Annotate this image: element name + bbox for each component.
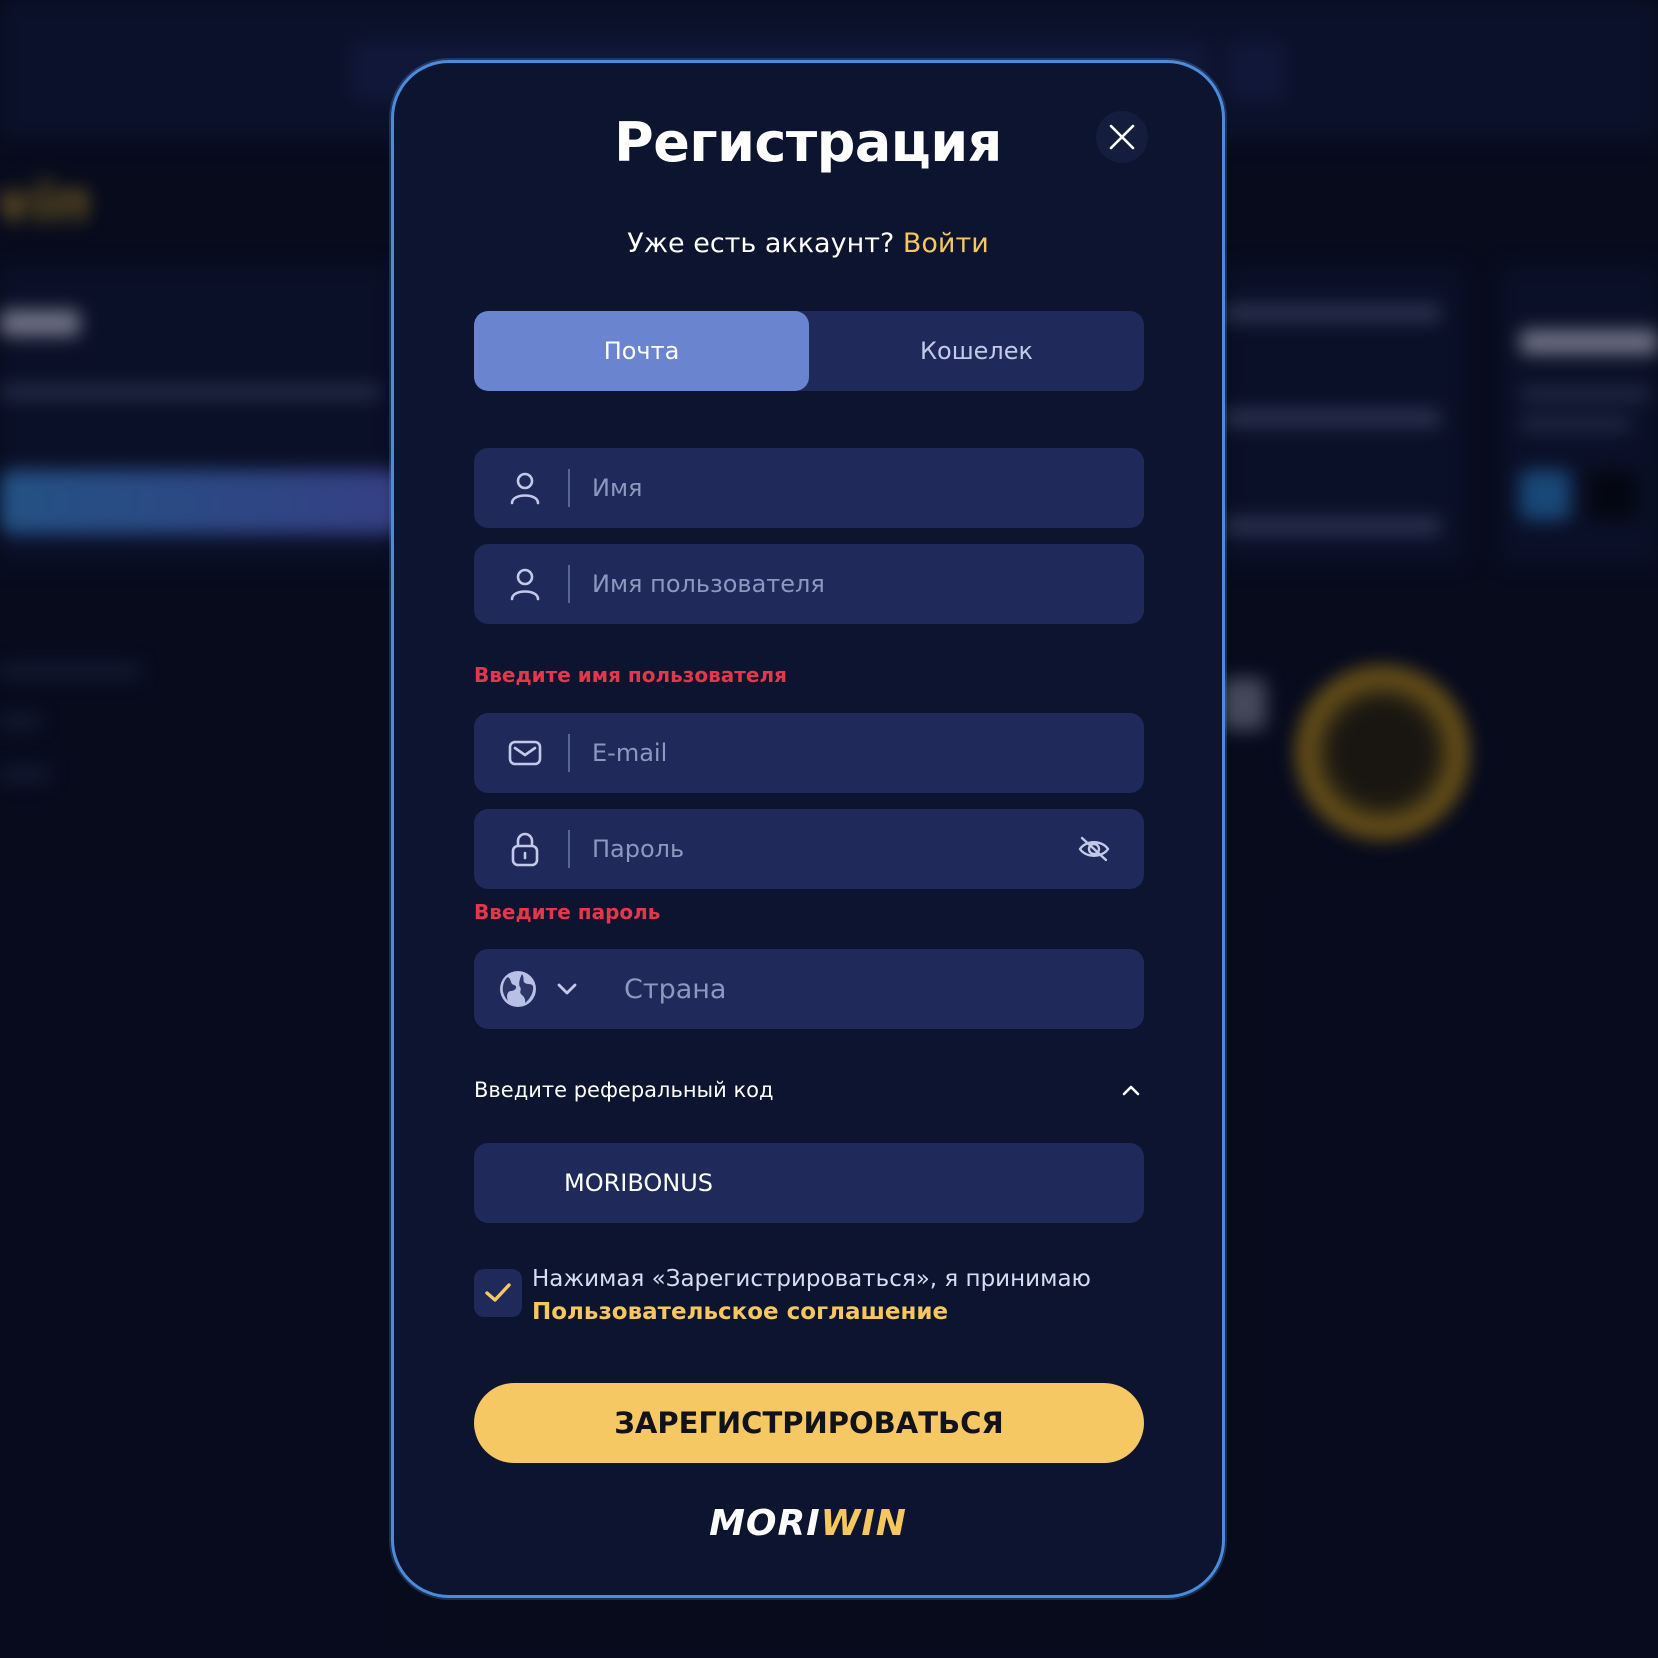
login-prompt-row: Уже есть аккаунт? Войти xyxy=(394,228,1222,259)
referral-toggle[interactable]: Введите реферальный код xyxy=(474,1077,1144,1103)
moriwin-logo: MORIWIN xyxy=(394,1503,1222,1544)
country-placeholder: Страна xyxy=(624,973,727,1005)
agreement-text: Нажимая «Зарегистрироваться», я принимаю… xyxy=(532,1263,1091,1329)
logo-part-mori: MORI xyxy=(709,1503,821,1544)
registration-method-tabs: Почта Кошелек xyxy=(474,311,1144,391)
agreement-checkbox[interactable] xyxy=(474,1269,522,1317)
agreement-statement: Нажимая «Зарегистрироваться», я принимаю xyxy=(532,1266,1091,1292)
register-button[interactable]: ЗАРЕГИСТРИРОВАТЬСЯ xyxy=(474,1383,1144,1463)
globe-icon xyxy=(500,971,536,1007)
logo-part-win: WIN xyxy=(820,1503,907,1544)
email-input[interactable] xyxy=(570,713,1144,793)
user-agreement-link[interactable]: Пользовательское соглашение xyxy=(532,1296,1091,1329)
login-link[interactable]: Войти xyxy=(903,228,989,259)
close-icon xyxy=(1109,124,1135,150)
close-button[interactable] xyxy=(1096,111,1148,163)
checkmark-icon xyxy=(485,1283,511,1302)
password-error: Введите пароль xyxy=(474,900,661,924)
chevron-down-icon[interactable] xyxy=(554,976,580,1002)
chevron-up-icon xyxy=(1122,1085,1140,1096)
referral-code-input[interactable] xyxy=(474,1143,1144,1223)
login-prompt-text: Уже есть аккаунт? xyxy=(627,228,895,259)
agreement-row: Нажимая «Зарегистрироваться», я принимаю… xyxy=(474,1263,1144,1329)
username-error: Введите имя пользователя xyxy=(474,663,787,687)
username-field xyxy=(474,544,1144,624)
lock-icon xyxy=(498,830,552,868)
registration-modal: Регистрация Уже есть аккаунт? Войти Почт… xyxy=(391,60,1225,1598)
password-input[interactable] xyxy=(570,809,1074,889)
username-input[interactable] xyxy=(570,544,1144,624)
email-field xyxy=(474,713,1144,793)
referral-label: Введите реферальный код xyxy=(474,1078,774,1102)
user-icon xyxy=(498,566,552,602)
envelope-icon xyxy=(498,738,552,768)
password-field xyxy=(474,809,1144,889)
toggle-password-visibility-button[interactable] xyxy=(1074,829,1114,869)
name-input[interactable] xyxy=(570,448,1144,528)
tab-wallet[interactable]: Кошелек xyxy=(809,311,1144,391)
name-field xyxy=(474,448,1144,528)
eye-off-icon xyxy=(1078,836,1110,862)
tab-email[interactable]: Почта xyxy=(474,311,809,391)
country-select[interactable]: Страна xyxy=(474,949,1144,1029)
user-icon xyxy=(498,470,552,506)
